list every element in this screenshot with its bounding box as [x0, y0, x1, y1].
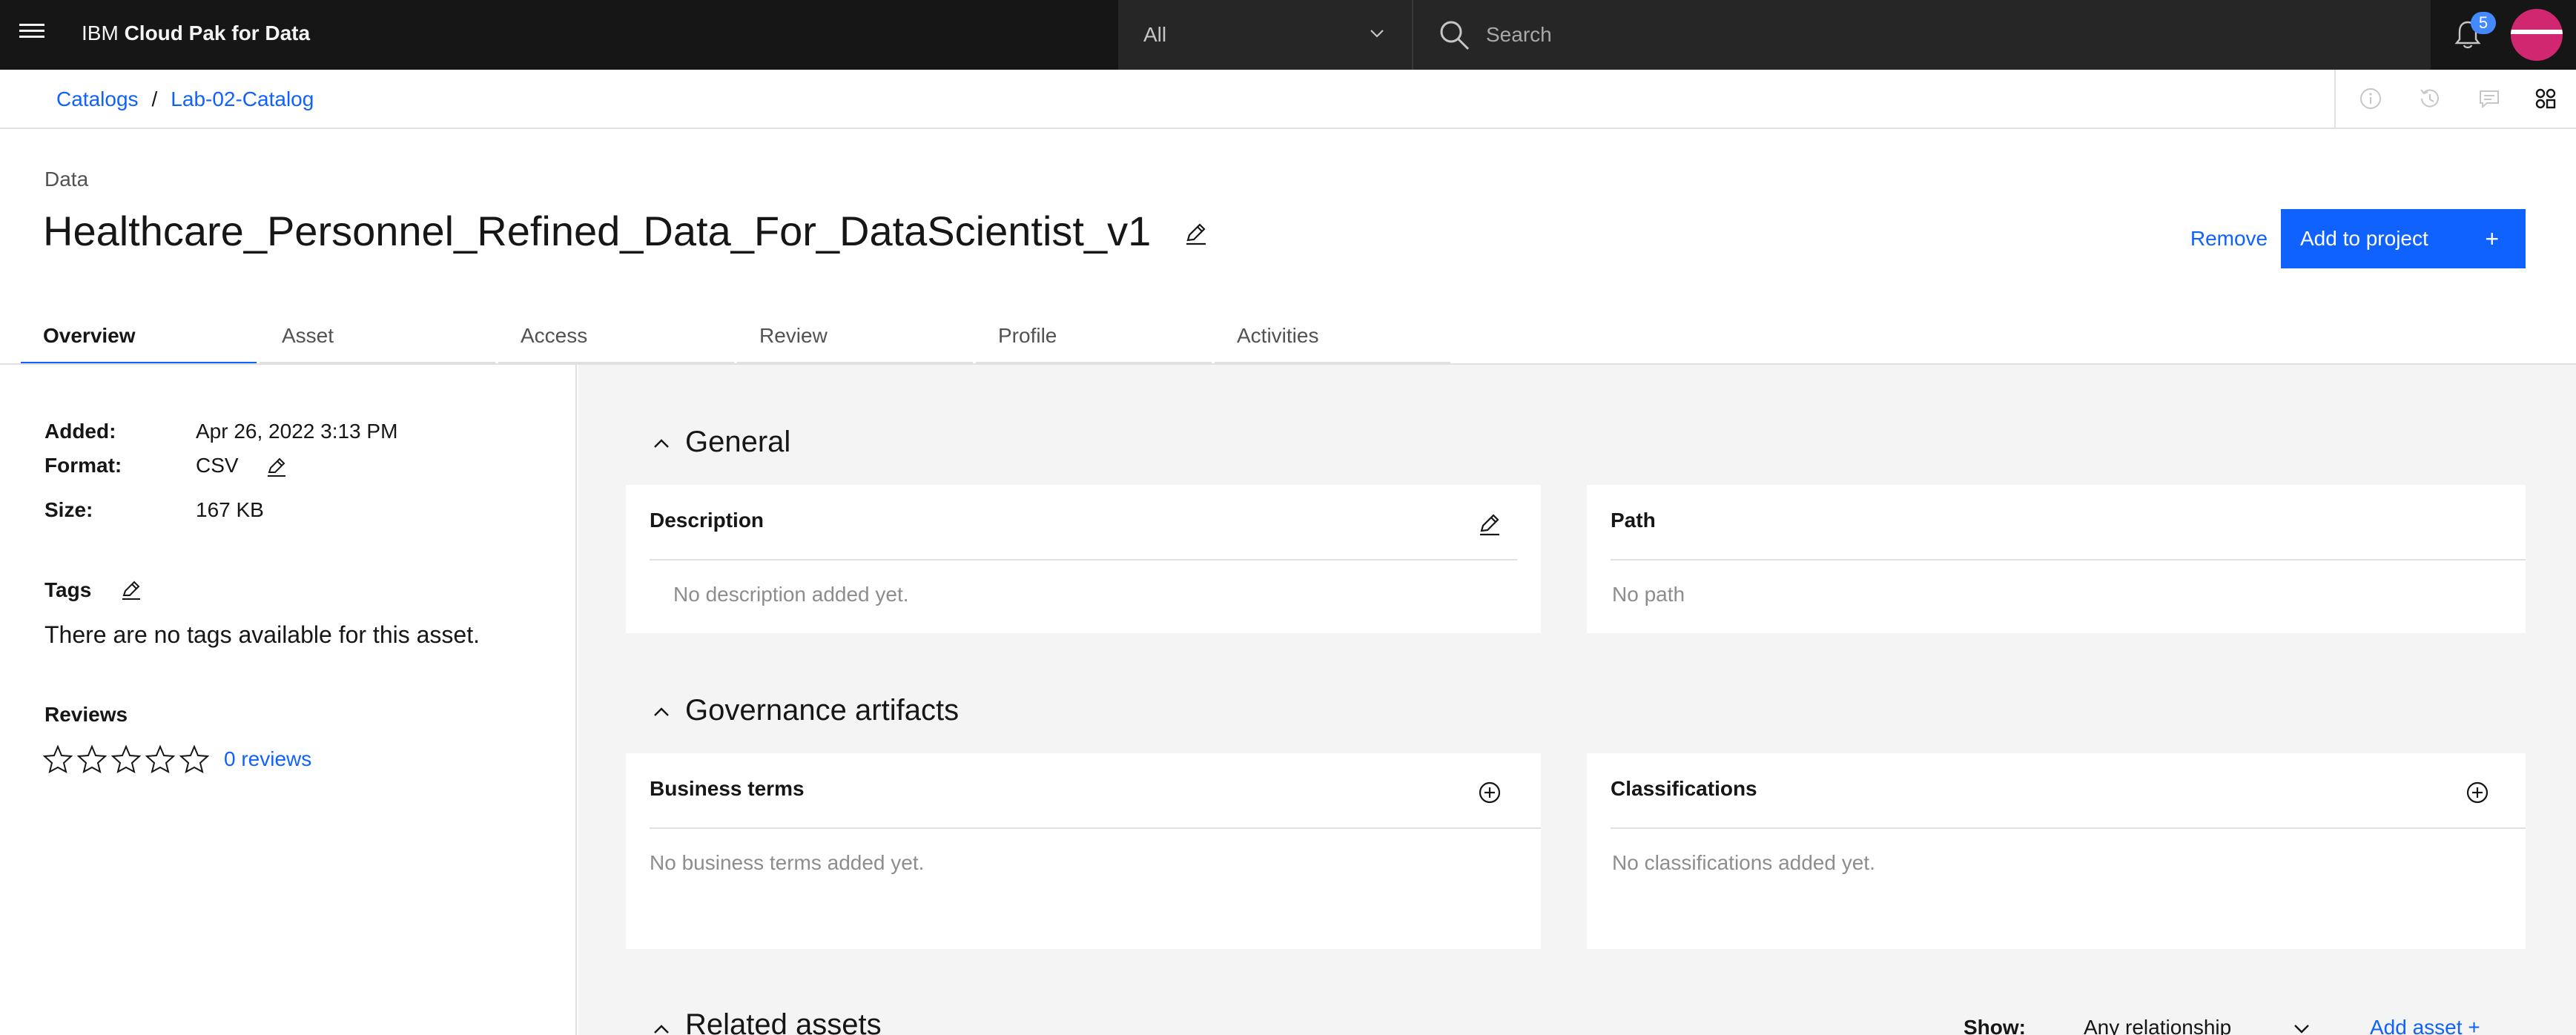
classifications-title: Classifications: [1611, 777, 1757, 800]
search-scope-select[interactable]: All: [1118, 0, 1413, 70]
classifications-empty-text: No classifications added yet.: [1612, 851, 1875, 874]
reviews-link[interactable]: 0 reviews: [224, 747, 311, 771]
description-title: Description: [650, 509, 764, 532]
chevron-up-icon[interactable]: [653, 434, 670, 452]
breadcrumb-bar: Catalogs / Lab-02-Catalog: [0, 70, 2576, 129]
brand-title[interactable]: IBM Cloud Pak for Data: [82, 20, 310, 47]
info-icon[interactable]: [2358, 86, 2383, 111]
format-label: Format:: [44, 454, 122, 477]
chevron-up-icon[interactable]: [653, 703, 670, 721]
add-asset-label: Add asset: [2370, 1016, 2463, 1035]
path-empty-text: No path: [1612, 583, 1685, 606]
chevron-up-icon[interactable]: [653, 1020, 670, 1035]
business-terms-empty-text: No business terms added yet.: [650, 851, 925, 874]
size-value: 167 KB: [196, 498, 264, 521]
page-actions: [2334, 70, 2576, 128]
related-assets-heading[interactable]: Related assets: [685, 1008, 882, 1035]
path-card: Path No path: [1587, 485, 2526, 633]
tags-label: Tags: [44, 578, 92, 601]
star-icon[interactable]: [145, 744, 175, 774]
tab-activities[interactable]: Activities: [1215, 317, 1450, 365]
add-icon: +: [2485, 225, 2499, 252]
tab-asset[interactable]: Asset: [260, 317, 495, 365]
menu-icon[interactable]: [19, 24, 44, 44]
show-label: Show:: [1964, 1016, 2026, 1035]
reviews-label: Reviews: [44, 703, 128, 726]
add-circle-icon[interactable]: [2465, 780, 2490, 805]
description-card: Description No description added yet.: [626, 485, 1541, 633]
tab-review[interactable]: Review: [737, 317, 973, 365]
general-heading[interactable]: General: [685, 426, 790, 459]
size-label: Size:: [44, 498, 93, 521]
comment-icon[interactable]: [2477, 86, 2502, 111]
star-icon[interactable]: [179, 744, 209, 774]
relationships-icon[interactable]: [2533, 86, 2558, 111]
breadcrumb-catalogs[interactable]: Catalogs: [56, 87, 139, 110]
asset-type-label: Data: [44, 168, 89, 191]
card-divider: [650, 827, 1541, 829]
add-asset-button[interactable]: Add asset +: [2370, 1016, 2480, 1035]
chevron-down-icon: [2294, 1025, 2309, 1034]
card-divider: [1611, 559, 2526, 561]
tab-access[interactable]: Access: [498, 317, 734, 365]
chevron-down-icon: [1370, 30, 1384, 38]
edit-format-icon[interactable]: [265, 455, 288, 477]
tab-profile[interactable]: Profile: [976, 317, 1212, 365]
add-to-project-label: Add to project: [2300, 227, 2428, 250]
search-input[interactable]: [1486, 18, 2376, 52]
format-value: CSV: [196, 454, 239, 477]
top-header: IBM Cloud Pak for Data All 5: [0, 0, 2576, 70]
star-icon[interactable]: [77, 744, 107, 774]
add-to-project-button[interactable]: Add to project +: [2281, 209, 2526, 268]
notification-badge: 5: [2471, 12, 2496, 34]
user-avatar[interactable]: [2511, 9, 2563, 61]
description-empty-text: No description added yet.: [673, 583, 909, 606]
path-title: Path: [1611, 509, 1656, 532]
edit-title-icon[interactable]: [1183, 221, 1209, 246]
brand-prefix: IBM: [82, 22, 125, 44]
add-icon: +: [2468, 1016, 2480, 1035]
card-divider: [1611, 827, 2526, 829]
brand-name: Cloud Pak for Data: [124, 22, 311, 44]
added-label: Added:: [44, 420, 116, 443]
breadcrumb: Catalogs / Lab-02-Catalog: [56, 86, 314, 113]
tags-empty-text: There are no tags available for this ass…: [44, 621, 480, 648]
business-terms-title: Business terms: [650, 777, 805, 800]
edit-description-icon[interactable]: [1477, 512, 1502, 537]
tab-overview[interactable]: Overview: [21, 317, 257, 365]
search-scope-value: All: [1143, 23, 1167, 46]
edit-tags-icon[interactable]: [120, 578, 142, 601]
breadcrumb-lab-02-catalog[interactable]: Lab-02-Catalog: [171, 87, 314, 110]
history-icon[interactable]: [2417, 86, 2443, 111]
added-value: Apr 26, 2022 3:13 PM: [196, 420, 398, 443]
global-search: [1413, 0, 2431, 70]
page-title: Healthcare_Personnel_Refined_Data_For_Da…: [43, 208, 1152, 254]
star-icon[interactable]: [111, 744, 141, 774]
card-divider: [650, 559, 1517, 561]
breadcrumb-separator: /: [151, 87, 158, 110]
classifications-card: Classifications No classifications added…: [1587, 753, 2526, 949]
relationship-select[interactable]: Any relationship: [2084, 1016, 2231, 1035]
search-icon: [1440, 21, 1470, 50]
star-icon[interactable]: [43, 744, 73, 774]
business-terms-card: Business terms No business terms added y…: [626, 753, 1541, 949]
notifications-button[interactable]: 5: [2431, 0, 2503, 70]
add-circle-icon[interactable]: [1477, 780, 1502, 805]
governance-heading[interactable]: Governance artifacts: [685, 694, 959, 727]
